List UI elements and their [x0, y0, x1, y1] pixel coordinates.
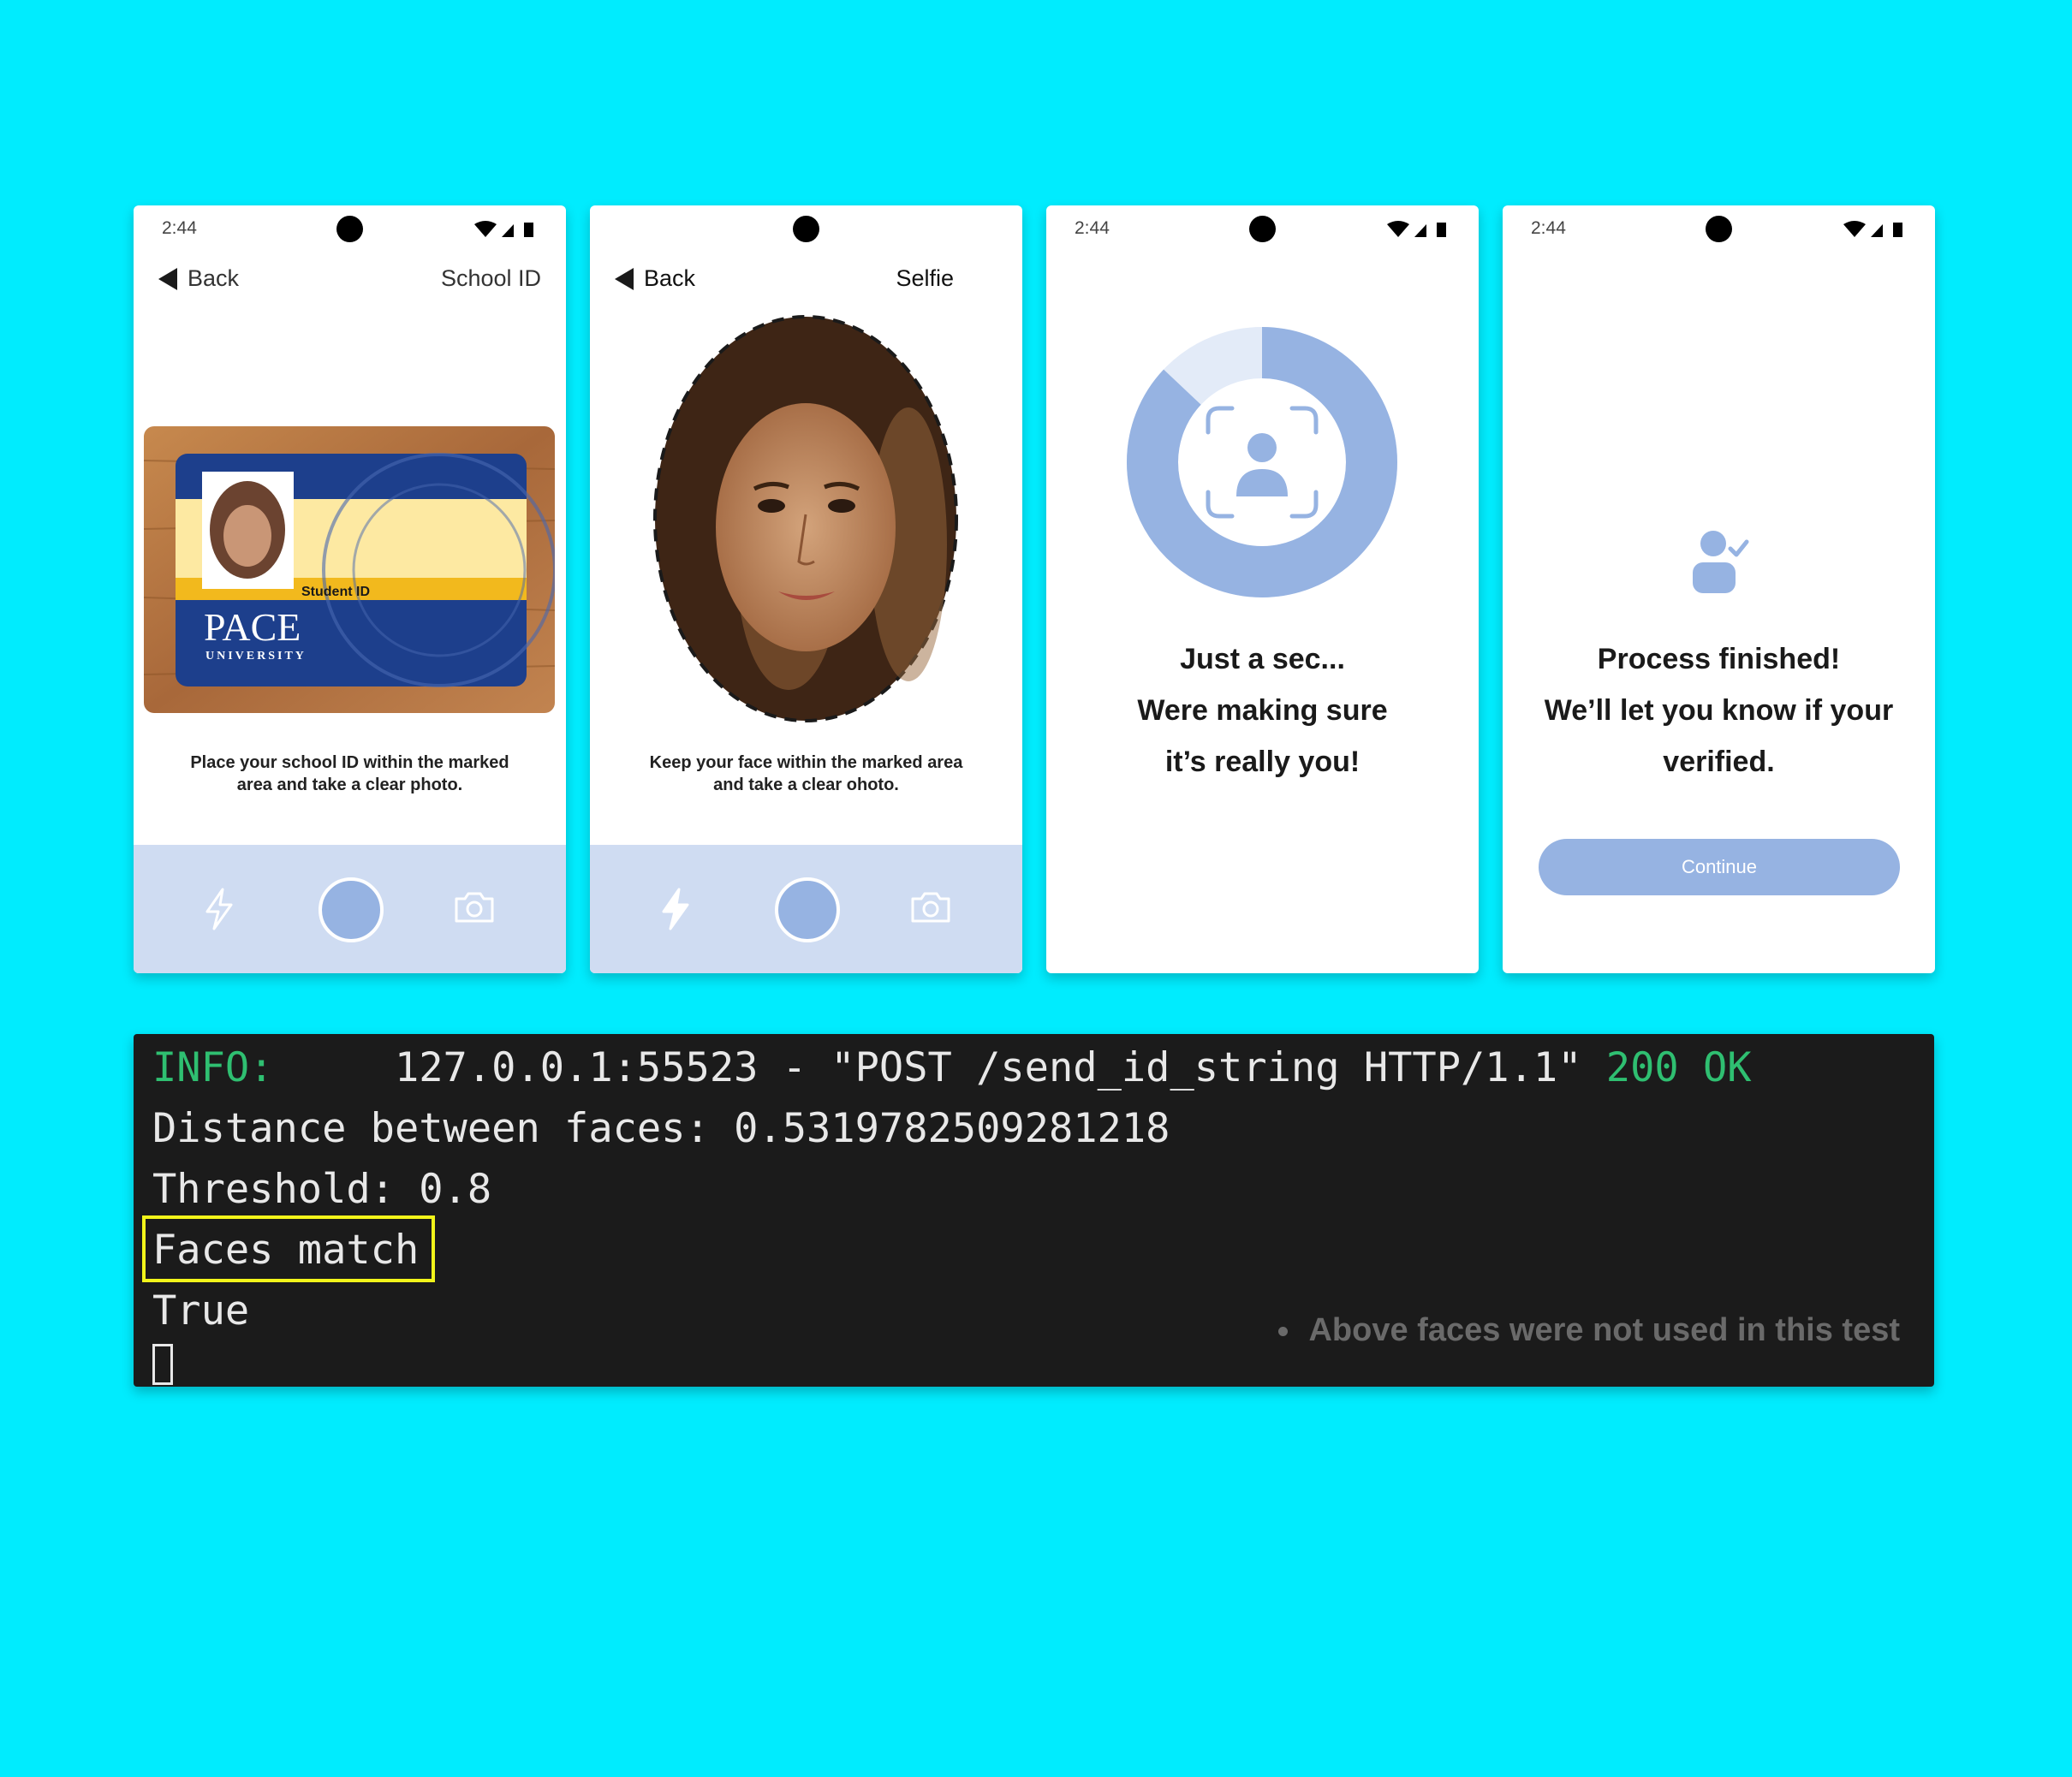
continue-button[interactable]: Continue — [1539, 839, 1900, 895]
status-time: 2:44 — [1075, 218, 1110, 238]
status-message: Just a sec... Were making sure it’s real… — [1137, 643, 1388, 778]
status-message: Process finished! We’ll let you know if … — [1544, 643, 1894, 778]
student-id-badge: Student ID — [301, 585, 370, 599]
back-arrow-icon — [158, 267, 177, 290]
disclaimer-note: Above faces were not used in this test — [1278, 1312, 1900, 1349]
bullet-icon — [1278, 1327, 1289, 1337]
flash-icon[interactable] — [658, 888, 693, 930]
result-highlight — [142, 1215, 435, 1282]
progress-ring — [1127, 327, 1397, 597]
front-camera — [793, 216, 819, 242]
log-level: INFO: — [152, 1044, 274, 1091]
user-verified-icon — [1693, 531, 1749, 593]
flash-icon[interactable] — [202, 888, 236, 930]
terminal-line-request: INFO: 127.0.0.1:55523 - "POST /send_id_s… — [152, 1043, 1752, 1094]
selfie-preview — [653, 315, 958, 722]
terminal-line-threshold: Threshold: 0.8 — [152, 1166, 492, 1213]
terminal-line-bool: True — [152, 1287, 250, 1334]
status-time: 2:44 — [162, 218, 197, 238]
request-log: 127.0.0.1:55523 - "POST /send_id_string … — [394, 1044, 1582, 1091]
back-label: Back — [188, 265, 240, 291]
instruction-text: Keep your face within the marked area an… — [649, 753, 963, 794]
terminal-output: INFO: 127.0.0.1:55523 - "POST /send_id_s… — [134, 1034, 1934, 1387]
flip-camera-icon[interactable] — [909, 890, 952, 924]
terminal-line-distance: Distance between faces: 0.53197825092812… — [152, 1105, 1170, 1152]
front-camera — [1706, 216, 1732, 242]
front-camera — [1249, 216, 1276, 242]
response-status: 200 OK — [1605, 1044, 1752, 1091]
instruction-text: Place your school ID within the marked a… — [190, 753, 509, 794]
screen-title: Selfie — [896, 265, 954, 291]
camera-controls — [134, 845, 566, 973]
status-icons — [474, 221, 533, 237]
shutter-button[interactable] — [775, 877, 840, 942]
front-camera — [336, 216, 363, 242]
back-label: Back — [644, 265, 696, 291]
screen-title: School ID — [440, 265, 541, 291]
status-time: 2:44 — [1531, 218, 1566, 238]
status-icons — [1387, 221, 1446, 237]
shutter-button[interactable] — [319, 877, 384, 942]
status-icons — [1843, 221, 1902, 237]
back-button[interactable]: Back — [615, 265, 695, 292]
id-card-preview: Student ID PACE UNIVERSITY — [144, 426, 555, 713]
pace-logo-sub: UNIVERSITY — [205, 650, 307, 663]
back-arrow-icon — [615, 267, 634, 290]
flip-camera-icon[interactable] — [453, 890, 496, 924]
school-id-screen: 2:44 Back School ID Student ID PACE UNIV… — [134, 205, 566, 973]
selfie-screen: Back Selfie Keep your face within the ma… — [590, 205, 1022, 973]
pace-logo: PACE — [204, 605, 301, 649]
processing-screen: 2:44 Just a sec... Were making sure it’s… — [1046, 205, 1479, 973]
back-button[interactable]: Back — [158, 265, 239, 292]
camera-controls — [590, 845, 1022, 973]
finished-screen: 2:44 Process finished! We’ll let you kno… — [1503, 205, 1935, 973]
terminal-cursor — [152, 1344, 173, 1385]
